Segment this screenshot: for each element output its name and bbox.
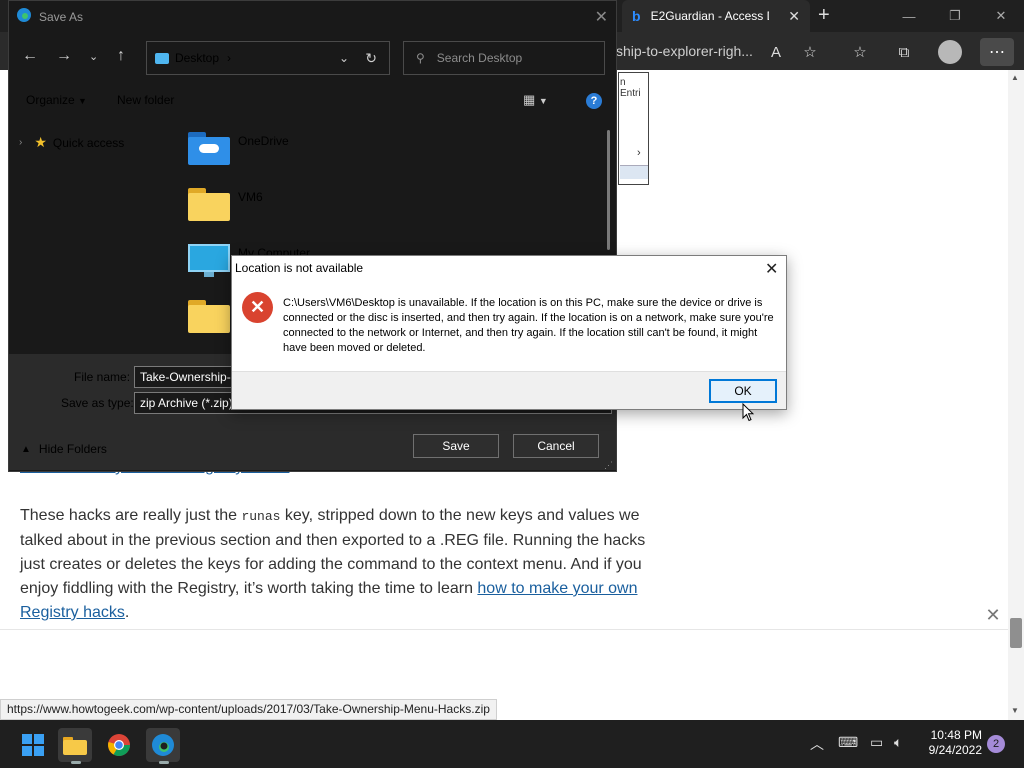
volume-icon[interactable]: 🔈︎ — [894, 734, 902, 751]
new-tab-icon[interactable]: + — [818, 4, 830, 27]
keyboard-icon[interactable]: ⌨ — [838, 734, 858, 751]
file-list-scrollbar[interactable] — [607, 130, 610, 250]
edge-icon[interactable] — [146, 728, 180, 762]
breadcrumb-separator-icon: › — [227, 51, 232, 65]
error-dialog-footer — [232, 371, 786, 409]
address-dropdown-icon[interactable]: ⌄ — [339, 51, 349, 65]
cancel-button[interactable]: Cancel — [513, 434, 599, 458]
window-controls: — ❐ ✕ — [886, 0, 1024, 32]
edge-running-indicator — [159, 761, 169, 764]
ok-button[interactable]: OK — [709, 379, 777, 403]
close-window-icon[interactable]: ✕ — [978, 0, 1024, 32]
search-placeholder: Search Desktop — [436, 51, 523, 65]
quick-access-item[interactable]: › ★ Quick access — [19, 134, 124, 151]
collections-icon[interactable]: ⧉ — [892, 40, 916, 64]
chrome-icon[interactable] — [102, 728, 136, 762]
windows-start-icon[interactable] — [16, 728, 50, 762]
star-icon: ★ — [34, 134, 47, 150]
profile-avatar[interactable] — [938, 40, 962, 64]
chevron-up-icon[interactable]: ︿ — [810, 734, 824, 754]
resize-grip-icon[interactable]: ⋰ — [604, 460, 613, 471]
help-icon[interactable]: ? — [586, 93, 602, 109]
scroll-up-icon[interactable]: ▲ — [1011, 73, 1019, 82]
new-folder-button[interactable]: New folder — [117, 93, 174, 107]
search-icon: ⚲ — [416, 51, 425, 65]
file-explorer-icon[interactable] — [58, 728, 92, 762]
favorites-icon[interactable]: ☆ — [848, 40, 872, 64]
mouse-cursor-icon — [742, 403, 754, 422]
ad-close-icon[interactable]: ✕ — [982, 604, 1004, 626]
save-as-type-label: Save as type: — [61, 396, 134, 410]
article-image: n Entri › — [618, 72, 649, 185]
forward-arrow-icon[interactable]: → — [56, 47, 72, 65]
article-paragraph: These hacks are really just the runas ke… — [20, 507, 646, 621]
hide-folders-toggle[interactable]: ▲ Hide Folders — [21, 442, 107, 456]
inline-code: runas — [241, 509, 281, 524]
read-aloud-icon[interactable]: A — [764, 40, 788, 64]
list-item[interactable] — [188, 300, 230, 333]
expand-caret-icon[interactable]: › — [19, 137, 22, 148]
explorer-running-indicator — [71, 761, 81, 764]
address-bar[interactable]: ship-to-explorer-righ... — [616, 39, 762, 63]
browser-tab-active[interactable]: b E2Guardian - Access De ✕ — [622, 0, 810, 32]
dialog-titlebar: Save As ✕ — [9, 1, 616, 32]
clock[interactable]: 10:48 PM 9/24/2022 — [918, 728, 982, 758]
tab-close-icon[interactable]: ✕ — [788, 8, 800, 25]
recent-locations-chevron-icon[interactable]: ⌄ — [89, 50, 98, 63]
network-icon[interactable]: ▭ — [870, 734, 883, 751]
chevron-right-icon: › — [637, 147, 641, 159]
tab-title: E2Guardian - Access De — [650, 9, 769, 23]
error-icon: ✕ — [242, 292, 273, 323]
navigation-pane — [9, 118, 167, 354]
list-item[interactable]: OneDrive — [188, 132, 289, 165]
minimize-icon[interactable]: — — [886, 0, 932, 32]
up-arrow-icon[interactable]: ↑ — [117, 47, 125, 65]
back-arrow-icon[interactable]: ← — [22, 47, 38, 65]
ad-divider — [0, 629, 1008, 630]
bing-icon: b — [632, 8, 641, 24]
scroll-thumb[interactable] — [1010, 618, 1022, 648]
folder-icon — [188, 188, 230, 221]
computer-icon — [188, 244, 230, 277]
file-name-label: File name: — [74, 370, 131, 384]
organize-button[interactable]: Organize ▼ — [26, 93, 87, 107]
dialog-title: Save As — [39, 9, 84, 24]
search-box[interactable]: ⚲ Search Desktop — [403, 41, 605, 75]
image-fragment-text: n Entri — [620, 77, 641, 99]
refresh-icon[interactable]: ↻ — [365, 50, 377, 67]
chevron-down-icon: ▼ — [78, 96, 87, 106]
breadcrumb-desktop[interactable]: Desktop — [175, 51, 219, 65]
status-bar-url: https://www.howtogeek.com/wp-content/upl… — [0, 699, 497, 720]
location-error-dialog: Location is not available ✕ ✕ C:\Users\V… — [231, 255, 787, 410]
notification-badge[interactable]: 2 — [987, 735, 1005, 753]
error-dialog-title: Location is not available — [235, 261, 364, 275]
restore-icon[interactable]: ❐ — [932, 0, 978, 32]
list-item[interactable]: VM6 — [188, 188, 263, 221]
desktop-folder-icon — [155, 52, 169, 64]
scroll-down-icon[interactable]: ▼ — [1011, 706, 1019, 715]
edge-small-icon — [17, 8, 31, 25]
image-toolbar-strip — [620, 165, 648, 179]
onedrive-folder-icon — [188, 132, 230, 165]
add-favorite-icon[interactable]: ☆ — [798, 40, 822, 64]
view-options-icon[interactable]: ▦ ▼ — [523, 92, 548, 108]
breadcrumb[interactable]: Desktop › ⌄ ↻ — [146, 41, 390, 75]
dialog-close-icon[interactable]: ✕ — [595, 7, 608, 27]
error-dialog-close-icon[interactable]: ✕ — [765, 259, 778, 279]
error-message: C:\Users\VM6\Desktop is unavailable. If … — [283, 297, 774, 354]
chevron-up-icon: ▲ — [21, 443, 31, 455]
more-menu-icon[interactable]: ⋯ — [980, 38, 1014, 66]
folder-icon — [188, 300, 230, 333]
save-button[interactable]: Save — [413, 434, 499, 458]
